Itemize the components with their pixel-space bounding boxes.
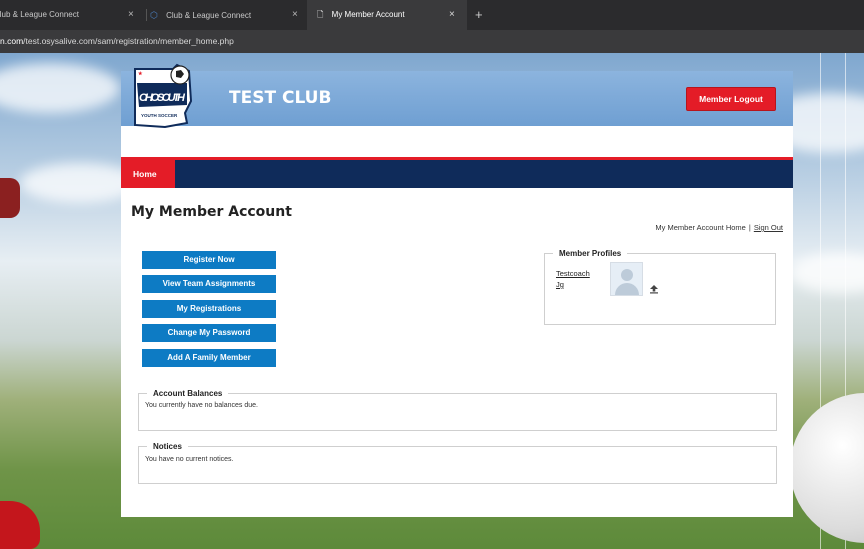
nav-item-home[interactable]: Home [121, 160, 175, 188]
account-links: My Member Account Home | Sign Out [655, 223, 783, 232]
view-team-assignments-button[interactable]: View Team Assignments [142, 275, 276, 293]
close-icon[interactable]: × [128, 0, 134, 30]
notices-legend: Notices [153, 442, 182, 451]
member-profiles-panel: Member Profiles Testcoach Jg [544, 249, 776, 325]
logo-subtext: YOUTH SOCCER [141, 113, 178, 118]
tab-title: Club & League Connect [0, 10, 79, 19]
account-balances-panel: Account Balances You currently have no b… [138, 389, 777, 431]
page-title: My Member Account [131, 204, 292, 220]
sign-out-link[interactable]: Sign Out [754, 223, 783, 232]
my-registrations-button[interactable]: My Registrations [142, 300, 276, 318]
member-logout-button[interactable]: Member Logout [686, 87, 776, 111]
change-password-button[interactable]: Change My Password [142, 324, 276, 342]
cleat-image [0, 501, 40, 549]
balances-message: You currently have no balances due. [145, 402, 258, 409]
new-tab-icon[interactable]: + [475, 0, 483, 30]
tab-divider [146, 9, 147, 21]
close-icon[interactable]: × [292, 0, 298, 30]
close-icon[interactable]: × [449, 0, 455, 30]
member-profiles-legend: Member Profiles [559, 249, 622, 258]
browser-tab[interactable]: Club & League Connect × [0, 0, 145, 30]
browser-tab-bar: Club & League Connect × ⬡ Club & League … [0, 0, 864, 30]
club-title: TEST CLUB [229, 88, 332, 108]
main-nav: Home [121, 157, 793, 188]
url-path: /test.osysalive.com/sam/registration/mem… [23, 36, 234, 46]
header-banner: ★ OHIO SOUTH YOUTH SOCCER TEST CLUB Memb… [121, 63, 793, 129]
svg-text:★: ★ [138, 71, 143, 77]
url-domain: n.com [0, 36, 24, 46]
tab-title: My Member Account [331, 10, 405, 19]
flag-shape [0, 178, 20, 218]
page-container: ★ OHIO SOUTH YOUTH SOCCER TEST CLUB Memb… [121, 63, 793, 517]
notices-message: You have no current notices. [145, 456, 234, 463]
notices-panel: Notices You have no current notices. [138, 442, 777, 484]
profile-name-link[interactable]: Testcoach Jg [556, 268, 598, 290]
upload-icon[interactable] [649, 284, 659, 294]
account-balances-legend: Account Balances [153, 389, 223, 398]
site-favicon-icon: ⬡ [150, 10, 158, 20]
link-separator: | [748, 223, 751, 232]
ohio-south-logo[interactable]: ★ OHIO SOUTH YOUTH SOCCER [127, 61, 199, 133]
tab-title: Club & League Connect [166, 11, 252, 20]
register-now-button[interactable]: Register Now [142, 251, 276, 269]
address-bar[interactable]: n.com/test.osysalive.com/sam/registratio… [0, 30, 864, 53]
logo-text: OHIO SOUTH [139, 92, 186, 104]
browser-tab-active[interactable]: 🗋 My Member Account × [307, 0, 467, 30]
avatar[interactable] [610, 262, 643, 296]
page-icon: 🗋 [317, 10, 324, 19]
member-account-home-link[interactable]: My Member Account Home [655, 223, 745, 232]
add-family-member-button[interactable]: Add A Family Member [142, 349, 276, 367]
browser-tab[interactable]: ⬡ Club & League Connect × [150, 0, 305, 30]
soccer-ball-icon [790, 393, 864, 543]
